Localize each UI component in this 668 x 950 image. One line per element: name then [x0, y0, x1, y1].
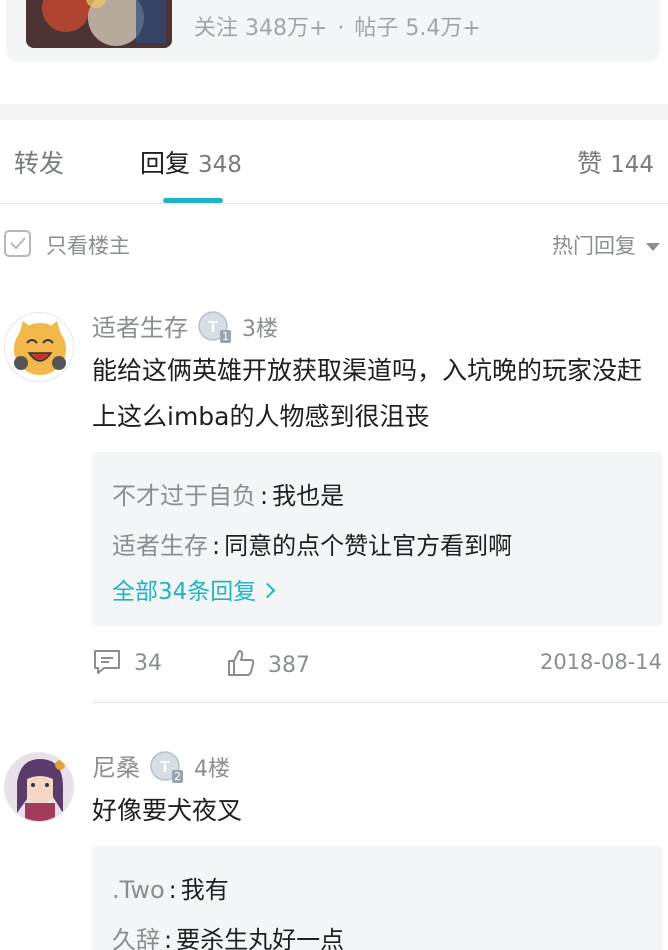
sort-label: 热门回复 [552, 234, 636, 258]
svg-text:T: T [208, 319, 218, 336]
filter-bar: 只看楼主 热门回复 [0, 228, 668, 262]
like-count: 387 [268, 653, 310, 678]
level-number: 2 [172, 770, 183, 783]
reply-username[interactable]: 适者生存 [112, 532, 208, 560]
only-op-label[interactable]: 只看楼主 [46, 230, 130, 260]
reply-text: 我有 [180, 876, 229, 904]
level-number: 1 [220, 330, 231, 343]
comment-divider [92, 702, 668, 703]
tab-bar: 转发 回复 348 赞 144 [0, 120, 668, 204]
floor-number: 3楼 [242, 317, 278, 342]
forum-card[interactable]: 关注 348万+ · 帖子 5.4万+ [6, 0, 660, 62]
comment-actions: 34 387 2018-08-14 [92, 648, 662, 682]
comment-content: 能给这俩英雄开放获取渠道吗，入坑晚的玩家没赶上这么imba的人物感到很沮丧 [92, 356, 643, 431]
chevron-right-icon [260, 582, 276, 599]
check-icon [10, 237, 26, 250]
reply-preview-row: 不才过于自负: 我也是 [112, 476, 344, 511]
user-line: 尼桑 T 2 4楼 [92, 748, 230, 783]
tab-repost[interactable]: 转发 [14, 144, 64, 180]
reply-colon: : [164, 926, 173, 950]
comment-icon [94, 650, 120, 674]
reply-text: 同意的点个赞让官方看到啊 [224, 532, 513, 560]
reply-preview-row: .Two: 我有 [112, 870, 229, 905]
avatar[interactable] [4, 312, 74, 382]
level-badge-icon: T1 [198, 311, 231, 343]
reply-text: 我也是 [272, 482, 345, 510]
level-badge-icon: T2 [150, 751, 183, 783]
tab-like-count: 144 [610, 152, 654, 178]
forum-stats: 关注 348万+ · 帖子 5.4万+ [194, 10, 481, 42]
avatar[interactable] [4, 752, 74, 822]
follow-count: 关注 348万+ [194, 16, 328, 41]
floor-number: 4楼 [194, 757, 230, 782]
thumbs-up-icon [228, 650, 255, 676]
view-all-replies-label: 全部34条回复 [112, 579, 257, 605]
reply-colon: : [260, 482, 269, 510]
reply-colon: : [168, 876, 177, 904]
reply-preview-row: 久辞: 要杀生丸好一点 [112, 920, 344, 950]
active-tab-indicator [163, 198, 223, 203]
user-line: 适者生存 T 1 3楼 [92, 308, 278, 343]
reply-colon: : [212, 532, 221, 560]
reply-username[interactable]: 久辞 [112, 926, 160, 950]
tab-reply-label: 回复 [140, 149, 191, 178]
section-divider [0, 104, 668, 120]
svg-text:T: T [160, 759, 170, 776]
comment-content: 好像要犬夜叉 [92, 796, 243, 825]
caret-down-icon [646, 243, 660, 251]
stats-separator: · [337, 16, 345, 41]
reply-preview-box[interactable]: .Two: 我有 久辞: 要杀生丸好一点 [92, 846, 662, 950]
username[interactable]: 尼桑 [92, 754, 140, 782]
reply-count: 34 [134, 651, 162, 676]
tab-reply[interactable]: 回复 348 [140, 144, 242, 180]
tab-like-label: 赞 [577, 149, 603, 178]
comment-date: 2018-08-14 [539, 650, 662, 674]
like-button[interactable]: 387 [226, 648, 310, 678]
view-all-replies-link[interactable]: 全部34条回复 [112, 572, 276, 606]
tab-reply-count: 348 [198, 152, 242, 178]
reply-username[interactable]: 不才过于自负 [112, 482, 256, 510]
reply-button[interactable]: 34 [92, 648, 162, 676]
reply-text: 要杀生丸好一点 [176, 926, 345, 950]
sort-dropdown[interactable]: 热门回复 [552, 230, 660, 260]
username[interactable]: 适者生存 [92, 314, 188, 342]
tab-like[interactable]: 赞 144 [577, 144, 654, 180]
post-count: 帖子 5.4万+ [354, 16, 481, 41]
only-op-checkbox[interactable] [4, 230, 31, 257]
reply-preview-box[interactable]: 不才过于自负: 我也是 适者生存: 同意的点个赞让官方看到啊 全部34条回复 [92, 452, 662, 626]
tab-repost-label: 转发 [14, 149, 65, 178]
reply-username[interactable]: .Two [112, 876, 165, 904]
reply-preview-row: 适者生存: 同意的点个赞让官方看到啊 [112, 526, 512, 561]
forum-cover-image [26, 0, 172, 48]
